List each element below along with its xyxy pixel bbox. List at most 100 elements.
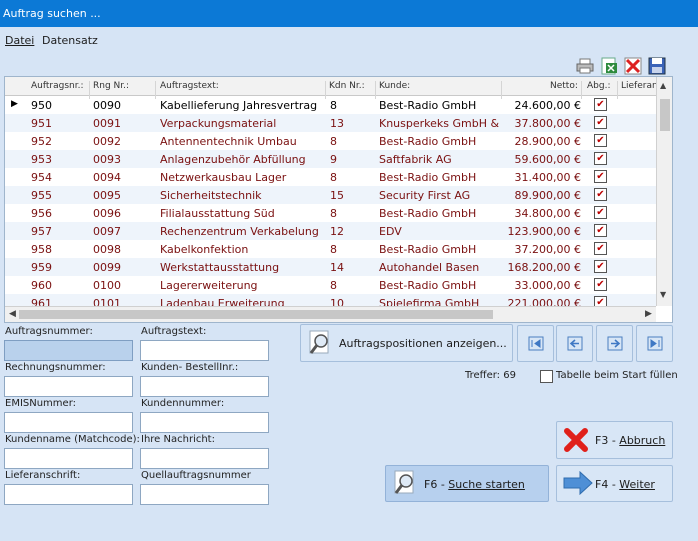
abg-checkbox[interactable]: ✔ [594, 188, 607, 201]
cell-kunde[interactable]: Best-Radio GmbH [379, 135, 499, 148]
last-record-button[interactable] [636, 325, 673, 362]
table-row[interactable]: 954 0094 Netzwerkausbau Lager 8 Best-Radio G… [5, 168, 656, 186]
cell-rng[interactable]: 0096 [93, 207, 121, 220]
cell-kdn[interactable]: 15 [330, 189, 344, 202]
vertical-scrollbar[interactable]: ▲ ▼ [656, 77, 672, 306]
abg-checkbox[interactable]: ✔ [594, 134, 607, 147]
cell-kdn[interactable]: 13 [330, 117, 344, 130]
cell-kdn[interactable]: 8 [330, 135, 337, 148]
cell-netto[interactable]: 34.800,00 € [515, 207, 581, 220]
save-icon[interactable] [648, 57, 666, 75]
cell-kdn[interactable]: 9 [330, 153, 337, 166]
cell-netto[interactable]: 59.600,00 € [515, 153, 581, 166]
quellauftragsnummer-input[interactable] [140, 484, 269, 505]
previous-record-button[interactable] [556, 325, 593, 362]
table-row[interactable]: 959 0099 Werkstattausstattung 14 Autohandel … [5, 258, 656, 276]
cell-kdn[interactable]: 8 [330, 243, 337, 256]
cell-kunde[interactable]: Best-Radio GmbH [379, 279, 499, 292]
cell-kdn[interactable]: 8 [330, 171, 337, 184]
horizontal-scrollbar[interactable]: ◀ ▶ [5, 306, 656, 322]
cell-kdn[interactable]: 8 [330, 279, 337, 292]
cell-kunde[interactable]: Best-Radio GmbH [379, 243, 499, 256]
abg-checkbox[interactable]: ✔ [594, 242, 607, 255]
abg-checkbox[interactable]: ✔ [594, 116, 607, 129]
cell-nr[interactable]: 951 [31, 117, 52, 130]
menu-datei[interactable]: Datei [5, 34, 34, 47]
cell-rng[interactable]: 0095 [93, 189, 121, 202]
abg-checkbox[interactable]: ✔ [594, 260, 607, 273]
cell-rng[interactable]: 0098 [93, 243, 121, 256]
cell-nr[interactable]: 953 [31, 153, 52, 166]
cell-kunde[interactable]: EDV [379, 225, 499, 238]
table-row[interactable]: 953 0093 Anlagenzubehör Abfüllung 9 Saftfabr… [5, 150, 656, 168]
cell-netto[interactable]: 28.900,00 € [515, 135, 581, 148]
cell-rng[interactable]: 0099 [93, 261, 121, 274]
first-record-button[interactable] [517, 325, 554, 362]
table-row[interactable]: 956 0096 Filialausstattung Süd 8 Best-Radio … [5, 204, 656, 222]
scroll-left-icon[interactable]: ◀ [9, 309, 16, 319]
scroll-down-icon[interactable]: ▼ [660, 290, 666, 299]
table-row[interactable]: 951 0091 Verpackungsmaterial 13 Knusperkeks … [5, 114, 656, 132]
cell-rng[interactable]: 0091 [93, 117, 121, 130]
cell-kunde[interactable]: Spielefirma GmbH [379, 297, 499, 306]
cell-text[interactable]: Kabellieferung Jahresvertrag [160, 99, 320, 112]
cell-nr[interactable]: 952 [31, 135, 52, 148]
printer-icon[interactable] [576, 57, 594, 75]
weiter-button[interactable]: F4 - Weiter [556, 465, 673, 502]
cell-netto[interactable]: 33.000,00 € [515, 279, 581, 292]
cell-nr[interactable]: 958 [31, 243, 52, 256]
table-row[interactable]: 952 0092 Antennentechnik Umbau 8 Best-Radio … [5, 132, 656, 150]
cell-rng[interactable]: 0094 [93, 171, 121, 184]
cell-text[interactable]: Ladenbau Erweiterung [160, 297, 320, 306]
tabelle-beim-start-checkbox[interactable] [540, 370, 553, 383]
cell-kdn[interactable]: 8 [330, 207, 337, 220]
cell-nr[interactable]: 959 [31, 261, 52, 274]
col-auftragsnr[interactable]: Auftragsnr.: [31, 81, 84, 91]
col-rng-nr[interactable]: Rng Nr.: [93, 81, 129, 91]
cell-kunde[interactable]: Knusperkeks GmbH & [379, 117, 499, 130]
cell-netto[interactable]: 24.600,00 € [515, 99, 581, 112]
cell-rng[interactable]: 0100 [93, 279, 121, 292]
auftragsnummer-input[interactable] [4, 340, 133, 361]
col-netto[interactable]: Netto: [550, 81, 578, 91]
export-excel-icon[interactable] [600, 57, 618, 75]
kundenname-input[interactable] [4, 448, 133, 469]
cell-nr[interactable]: 956 [31, 207, 52, 220]
cell-nr[interactable]: 961 [31, 297, 52, 306]
abg-checkbox[interactable]: ✔ [594, 224, 607, 237]
table-row[interactable]: 957 0097 Rechenzentrum Verkabelung 12 EDV 123… [5, 222, 656, 240]
auftragspositionen-button[interactable]: Auftragspositionen anzeigen... [300, 324, 513, 362]
hscroll-thumb[interactable] [19, 310, 493, 319]
kundennummer-input[interactable] [140, 412, 269, 433]
cell-netto[interactable]: 37.200,00 € [515, 243, 581, 256]
cell-text[interactable]: Verpackungsmaterial [160, 117, 320, 130]
cell-kunde[interactable]: Saftfabrik AG [379, 153, 499, 166]
ihre-nachricht-input[interactable] [140, 448, 269, 469]
cell-nr[interactable]: 955 [31, 189, 52, 202]
cell-nr[interactable]: 960 [31, 279, 52, 292]
cell-netto[interactable]: 37.800,00 € [515, 117, 581, 130]
cell-nr[interactable]: 950 [31, 99, 52, 112]
cell-rng[interactable]: 0101 [93, 297, 121, 306]
scroll-right-icon[interactable]: ▶ [645, 309, 652, 319]
col-auftragstext[interactable]: Auftragstext: [160, 81, 219, 91]
cell-kunde[interactable]: Best-Radio GmbH [379, 207, 499, 220]
cell-kdn[interactable]: 10 [330, 297, 344, 306]
cell-nr[interactable]: 957 [31, 225, 52, 238]
cell-kdn[interactable]: 8 [330, 99, 337, 112]
col-kunde[interactable]: Kunde: [379, 81, 410, 91]
abg-checkbox[interactable]: ✔ [594, 98, 607, 111]
results-grid[interactable]: Auftragsnr.: Rng Nr.: Auftragstext: Kdn … [4, 76, 673, 323]
cell-kunde[interactable]: Best-Radio GmbH [379, 99, 499, 112]
cell-text[interactable]: Sicherheitstechnik [160, 189, 320, 202]
abbruch-button[interactable]: F3 - Abbruch [556, 421, 673, 459]
cell-netto[interactable]: 221.000,00 € [508, 297, 581, 306]
cell-text[interactable]: Filialausstattung Süd [160, 207, 320, 220]
auftragstext-input[interactable] [140, 340, 269, 361]
lieferanschrift-input[interactable] [4, 484, 133, 505]
abg-checkbox[interactable]: ✔ [594, 296, 607, 306]
cell-text[interactable]: Netzwerkausbau Lager [160, 171, 320, 184]
cell-netto[interactable]: 168.200,00 € [508, 261, 581, 274]
table-row[interactable]: 958 0098 Kabelkonfektion 8 Best-Radio GmbH 37… [5, 240, 656, 258]
cell-rng[interactable]: 0097 [93, 225, 121, 238]
